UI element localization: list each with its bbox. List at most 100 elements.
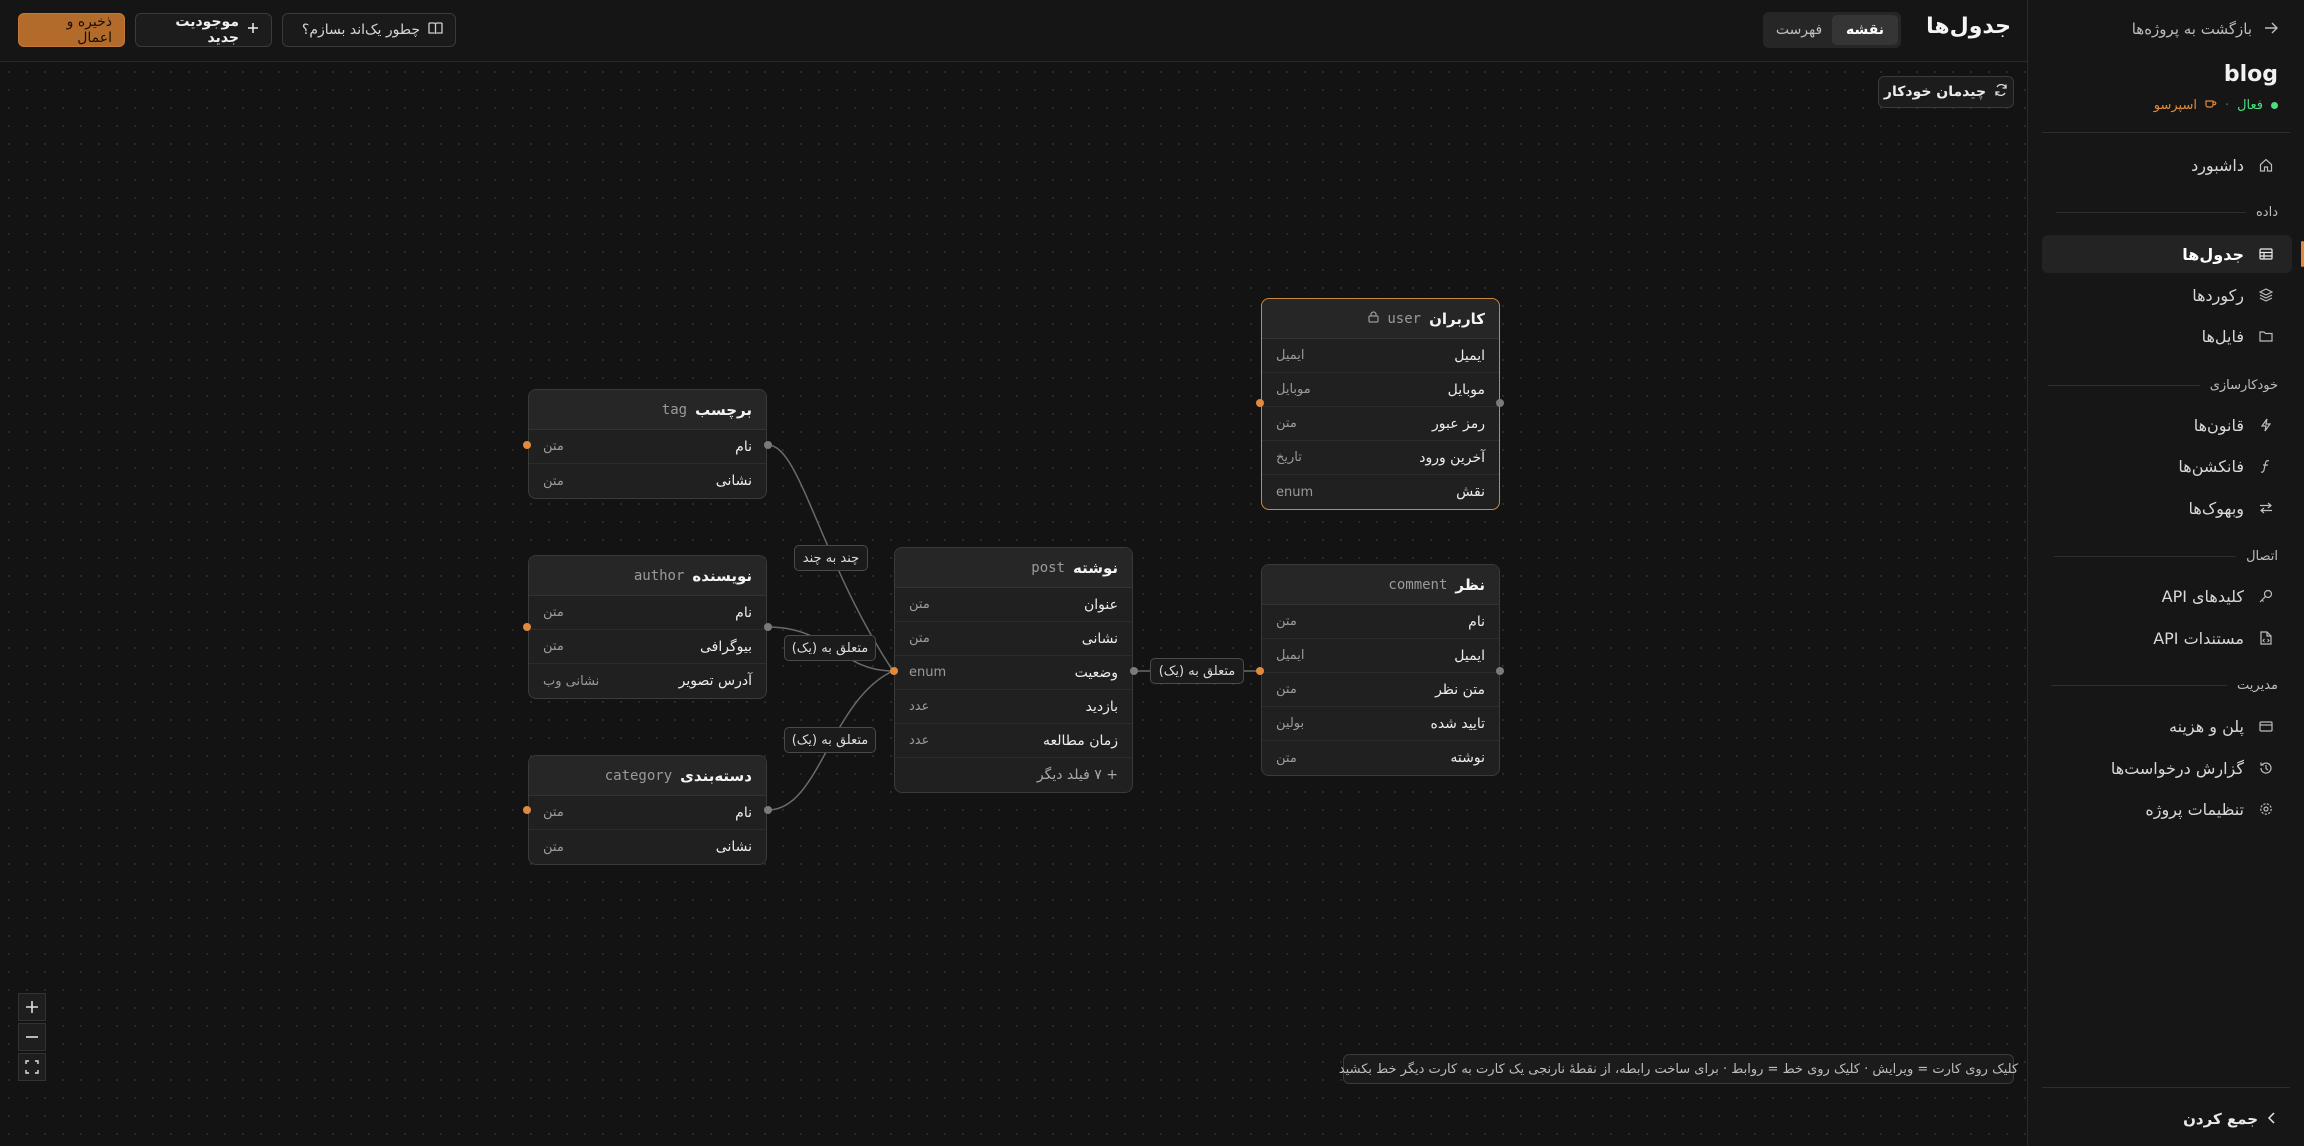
sidebar-item-billing[interactable]: پلن و هزینه [2042, 707, 2292, 745]
sidebar-item-webhooks[interactable]: وبهوک‌ها [2042, 489, 2292, 527]
key-icon [2258, 588, 2274, 604]
sidebar-item-label: داشبورد [2191, 155, 2244, 175]
field-row: نام متن [529, 430, 766, 464]
field-row: نشانی متن [529, 464, 766, 498]
card-header: نظر comment [1262, 565, 1499, 605]
card-slug: category [604, 767, 673, 784]
field-row: نام متن [529, 796, 766, 830]
field-row: نام متن [1262, 605, 1499, 639]
zoom-in-button[interactable] [18, 993, 46, 1021]
field-row: نام متن [529, 596, 766, 630]
fit-view-button[interactable] [18, 1053, 46, 1081]
section-line [2054, 556, 2237, 557]
field-name: نام [735, 438, 752, 455]
tab-map-view[interactable]: نقشه [1832, 15, 1898, 45]
card-header: برچسب tag [529, 390, 766, 430]
field-row: نشانی متن [529, 830, 766, 864]
top-bar: جدول‌ها نقشه فهرست چطور یک‌اند بسازم؟ مو… [0, 0, 2027, 62]
collapse-sidebar-button[interactable]: جمع کردن [2183, 1110, 2276, 1128]
sidebar-item-request-logs[interactable]: گزارش درخواست‌ها [2042, 749, 2292, 787]
card-header: کاربران user [1262, 299, 1499, 339]
field-row: ایمیل ایمیل [1262, 639, 1499, 673]
connect-port[interactable] [523, 806, 531, 814]
section-label: داده [2255, 205, 2278, 220]
lock-icon [1368, 311, 1379, 326]
sidebar-item-dashboard[interactable]: داشبورد [2042, 146, 2292, 184]
sidebar-item-records[interactable]: رکوردها [2042, 276, 2292, 314]
sidebar-item-label: تنظیمات پروژه [2145, 799, 2244, 819]
field-row: رمز عبور متن [1262, 407, 1499, 441]
sidebar-item-api-docs[interactable]: مستندات API [2042, 619, 2292, 657]
sidebar-item-project-settings[interactable]: تنظیمات پروژه [2042, 790, 2292, 828]
field-name: تایید شده [1430, 715, 1486, 732]
field-name: نشانی [715, 839, 752, 855]
entity-card-user[interactable]: کاربران user ایمیل ایمیل موبایل موبایل رمز… [1261, 298, 1500, 510]
field-type: ایمیل [1276, 648, 1305, 663]
connect-port[interactable] [764, 806, 772, 814]
field-row: ایمیل ایمیل [1262, 339, 1499, 373]
connect-port[interactable] [890, 667, 898, 675]
sidebar-item-api-keys[interactable]: کلیدهای API [2042, 577, 2292, 615]
entity-card-author[interactable]: نویسنده author نام متن بیوگرافی متن آدرس ت… [528, 555, 767, 699]
field-name: وضعیت [1074, 664, 1118, 681]
zoom-out-button[interactable] [18, 1023, 46, 1051]
status-label: فعال [2237, 98, 2263, 113]
edge-label-author-belongs[interactable]: متعلق به (یک) [784, 635, 876, 661]
auto-layout-button[interactable]: چیدمان خودکار [1878, 76, 2014, 108]
bolt-icon [2258, 417, 2274, 433]
new-entity-button[interactable]: موجودیت جدید [135, 13, 272, 47]
edge-label-many-to-many[interactable]: چند به چند [794, 545, 868, 571]
page-title: جدول‌ها [1926, 14, 2011, 39]
field-type: متن [543, 805, 564, 820]
connect-port[interactable] [523, 623, 531, 631]
sidebar-item-label: کلیدهای API [2161, 586, 2244, 606]
sidebar-item-functions[interactable]: فانکشن‌ها [2042, 447, 2292, 485]
back-to-projects-link[interactable]: بازگشت به پروژه‌ها [2132, 20, 2278, 38]
card-title: کاربران [1429, 309, 1485, 328]
field-name: نام [735, 604, 752, 621]
field-name: عنوان [1084, 596, 1118, 613]
entity-card-category[interactable]: دسته‌بندی category نام متن نشانی متن [528, 755, 767, 865]
collapse-label: جمع کردن [2183, 1110, 2258, 1128]
edge-label-category-belongs[interactable]: متعلق به (یک) [784, 727, 876, 753]
card-title: برچسب [695, 400, 752, 419]
sidebar: بازگشت به پروژه‌ها blog فعال · اسپرسو دا… [2027, 0, 2304, 1146]
field-name: متن نظر [1435, 681, 1485, 698]
section-line [2047, 385, 2200, 386]
sidebar-item-files[interactable]: فایل‌ها [2042, 317, 2292, 355]
entity-card-comment[interactable]: نظر comment نام متن ایمیل ایمیل متن نظر متن… [1261, 564, 1500, 776]
sidebar-item-tables[interactable]: جدول‌ها [2042, 235, 2304, 273]
edge-label-comment-belongs[interactable]: متعلق به (یک) [1150, 658, 1244, 684]
card-header: نوشته post [895, 548, 1132, 588]
card-slug: comment [1388, 576, 1448, 593]
field-type: متن [543, 605, 564, 620]
field-type: بولین [1276, 716, 1305, 731]
entity-card-tag[interactable]: برچسب tag نام متن نشانی متن [528, 389, 767, 499]
field-row: بازدید عدد [895, 690, 1132, 724]
tab-list-view[interactable]: فهرست [1766, 15, 1832, 45]
minus-icon [26, 1036, 38, 1038]
more-fields-link[interactable]: + ۷ فیلد دیگر [895, 758, 1132, 792]
plan-label: اسپرسو [2153, 98, 2197, 113]
connect-port[interactable] [764, 623, 772, 631]
connect-port[interactable] [1496, 399, 1504, 407]
field-row: موبایل موبایل [1262, 373, 1499, 407]
connect-port[interactable] [1256, 667, 1264, 675]
section-label: اتصال [2246, 549, 2278, 564]
field-type: متن [909, 631, 930, 646]
connect-port[interactable] [523, 441, 531, 449]
entity-card-post[interactable]: نوشته post عنوان متن نشانی متن وضعیت enum ب… [894, 547, 1133, 793]
connect-port[interactable] [764, 441, 772, 449]
connect-port[interactable] [1256, 399, 1264, 407]
connect-port[interactable] [1130, 667, 1138, 675]
field-type: ایمیل [1276, 348, 1305, 363]
help-button[interactable]: چطور یک‌اند بسازم؟ [282, 13, 456, 47]
connect-port[interactable] [1496, 667, 1504, 675]
sidebar-item-rules[interactable]: قانون‌ها [2042, 406, 2292, 444]
field-row: آدرس تصویر نشانی وب [529, 664, 766, 698]
field-name: ایمیل [1454, 647, 1485, 664]
section-line [2055, 212, 2246, 213]
save-apply-button[interactable]: ذخیره و اعمال [18, 13, 125, 47]
field-name: نام [1468, 613, 1485, 630]
auto-layout-label: چیدمان خودکار [1883, 84, 1987, 100]
